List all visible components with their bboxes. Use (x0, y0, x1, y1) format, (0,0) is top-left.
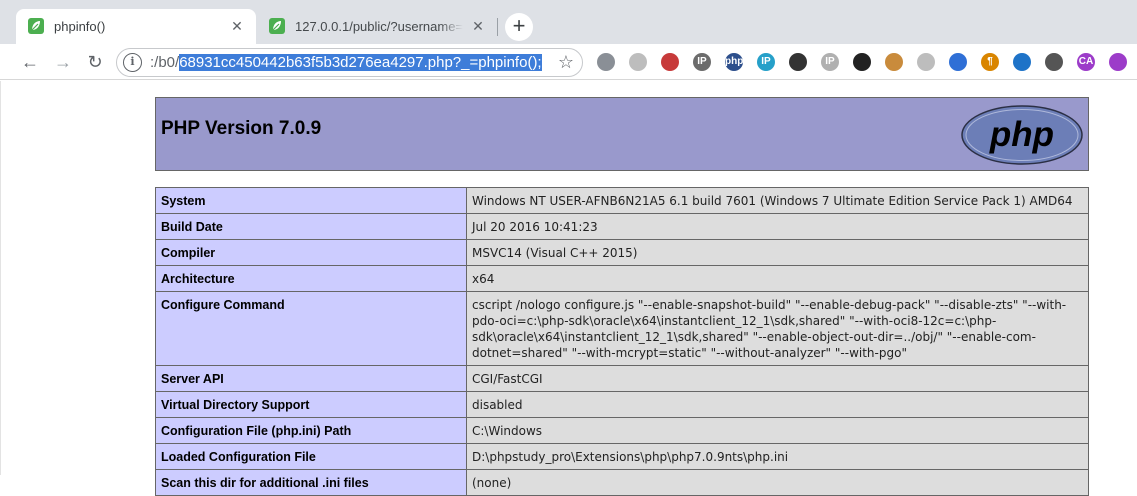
browser-toolbar: ← → ↻ i :/b0/68931cc450442b63f5b3d276ea4… (0, 44, 1137, 80)
url-prefix: :/b0/ (150, 54, 180, 71)
row-value: CGI/FastCGI (466, 365, 1089, 392)
new-tab-button[interactable]: + (505, 13, 533, 41)
blue-s-ext-icon[interactable] (949, 53, 967, 71)
php-logo-icon: php (961, 105, 1083, 165)
table-row: Build Date Jul 20 2016 10:41:23 (155, 213, 1089, 240)
row-key: Loaded Configuration File (155, 443, 467, 470)
row-key: Virtual Directory Support (155, 391, 467, 418)
row-value: MSVC14 (Visual C++ 2015) (466, 239, 1089, 266)
row-key: Server API (155, 365, 467, 392)
row-value: x64 (466, 265, 1089, 292)
gray-ext-icon[interactable] (917, 53, 935, 71)
row-value: C:\Windows (466, 417, 1089, 444)
ip-ext-icon[interactable]: IP (693, 53, 711, 71)
url-selection: 68931cc450442b63f5b3d276ea4297.php?_=php… (179, 54, 542, 71)
bookmark-star-icon[interactable]: ☆ (558, 52, 574, 73)
row-key: Configure Command (155, 291, 467, 366)
cookie-ext-icon[interactable] (885, 53, 903, 71)
tab-title: 127.0.0.1/public/?username=s (295, 19, 463, 34)
pilcrow-ext-icon[interactable]: ¶ (981, 53, 999, 71)
grid-ext-icon[interactable] (853, 53, 871, 71)
row-value: Windows NT USER-AFNB6N21A5 6.1 build 760… (466, 187, 1089, 214)
table-row: Server API CGI/FastCGI (155, 365, 1089, 392)
ca-ext-icon[interactable]: CA (1077, 53, 1095, 71)
leaf-favicon-icon (269, 18, 285, 34)
close-tab-icon[interactable]: ✕ (228, 17, 246, 35)
leaf-favicon-icon (28, 18, 44, 34)
phpinfo-header: PHP Version 7.0.9 php (155, 97, 1089, 171)
row-key: Build Date (155, 213, 467, 240)
row-value: (none) (466, 469, 1089, 496)
forward-icon[interactable]: → (51, 50, 75, 74)
row-key: Architecture (155, 265, 467, 292)
link-ext-icon[interactable] (629, 53, 647, 71)
close-tab-icon[interactable]: ✕ (469, 17, 487, 35)
php-logo-text: php (989, 115, 1054, 154)
address-bar[interactable]: i :/b0/68931cc450442b63f5b3d276ea4297.ph… (116, 48, 583, 77)
document-ext-icon[interactable] (1045, 53, 1063, 71)
row-key: Compiler (155, 239, 467, 266)
table-row: System Windows NT USER-AFNB6N21A5 6.1 bui… (155, 187, 1089, 214)
row-key: Configuration File (php.ini) Path (155, 417, 467, 444)
flag-ext-icon[interactable] (661, 53, 679, 71)
tab-divider (497, 18, 498, 36)
php-ext-icon[interactable]: php (725, 53, 743, 71)
page-content: PHP Version 7.0.9 php System Windows NT U… (0, 81, 1137, 496)
ip-gray-ext-icon[interactable]: IP (821, 53, 839, 71)
row-value: cscript /nologo configure.js "--enable-s… (466, 291, 1089, 366)
reload-icon[interactable]: ↻ (83, 50, 107, 74)
row-key: Scan this dir for additional .ini files (155, 469, 467, 496)
row-value: D:\phpstudy_pro\Extensions\php\php7.0.9n… (466, 443, 1089, 470)
row-value: disabled (466, 391, 1089, 418)
tab-strip: phpinfo() ✕ 127.0.0.1/public/?username=s… (0, 0, 1137, 44)
circle-ext-icon[interactable] (1109, 53, 1127, 71)
back-icon[interactable]: ← (18, 50, 42, 74)
phpinfo-table: System Windows NT USER-AFNB6N21A5 6.1 bui… (155, 187, 1089, 496)
table-row: Compiler MSVC14 (Visual C++ 2015) (155, 239, 1089, 266)
php-version-title: PHP Version 7.0.9 (161, 118, 322, 139)
ip-tag-ext-icon[interactable]: IP (757, 53, 775, 71)
tab-phpinfo[interactable]: phpinfo() ✕ (16, 9, 256, 44)
row-value: Jul 20 2016 10:41:23 (466, 213, 1089, 240)
globe-ext-icon[interactable] (597, 53, 615, 71)
table-row: Architecture x64 (155, 265, 1089, 292)
mask-ext-icon[interactable] (789, 53, 807, 71)
table-row: Virtual Directory Support disabled (155, 391, 1089, 418)
tab-title: phpinfo() (54, 19, 106, 34)
url-text[interactable]: :/b0/68931cc450442b63f5b3d276ea4297.php?… (150, 54, 542, 71)
table-row: Configuration File (php.ini) Path C:\Wind… (155, 417, 1089, 444)
colorful-ext-icon[interactable] (1013, 53, 1031, 71)
table-row: Loaded Configuration File D:\phpstudy_pro… (155, 443, 1089, 470)
tab-username[interactable]: 127.0.0.1/public/?username=s ✕ (257, 9, 497, 44)
table-row: Scan this dir for additional .ini files(… (155, 469, 1089, 496)
site-info-icon[interactable]: i (123, 53, 142, 72)
row-key: System (155, 187, 467, 214)
table-row: Configure Command cscript /nologo configu… (155, 291, 1089, 366)
